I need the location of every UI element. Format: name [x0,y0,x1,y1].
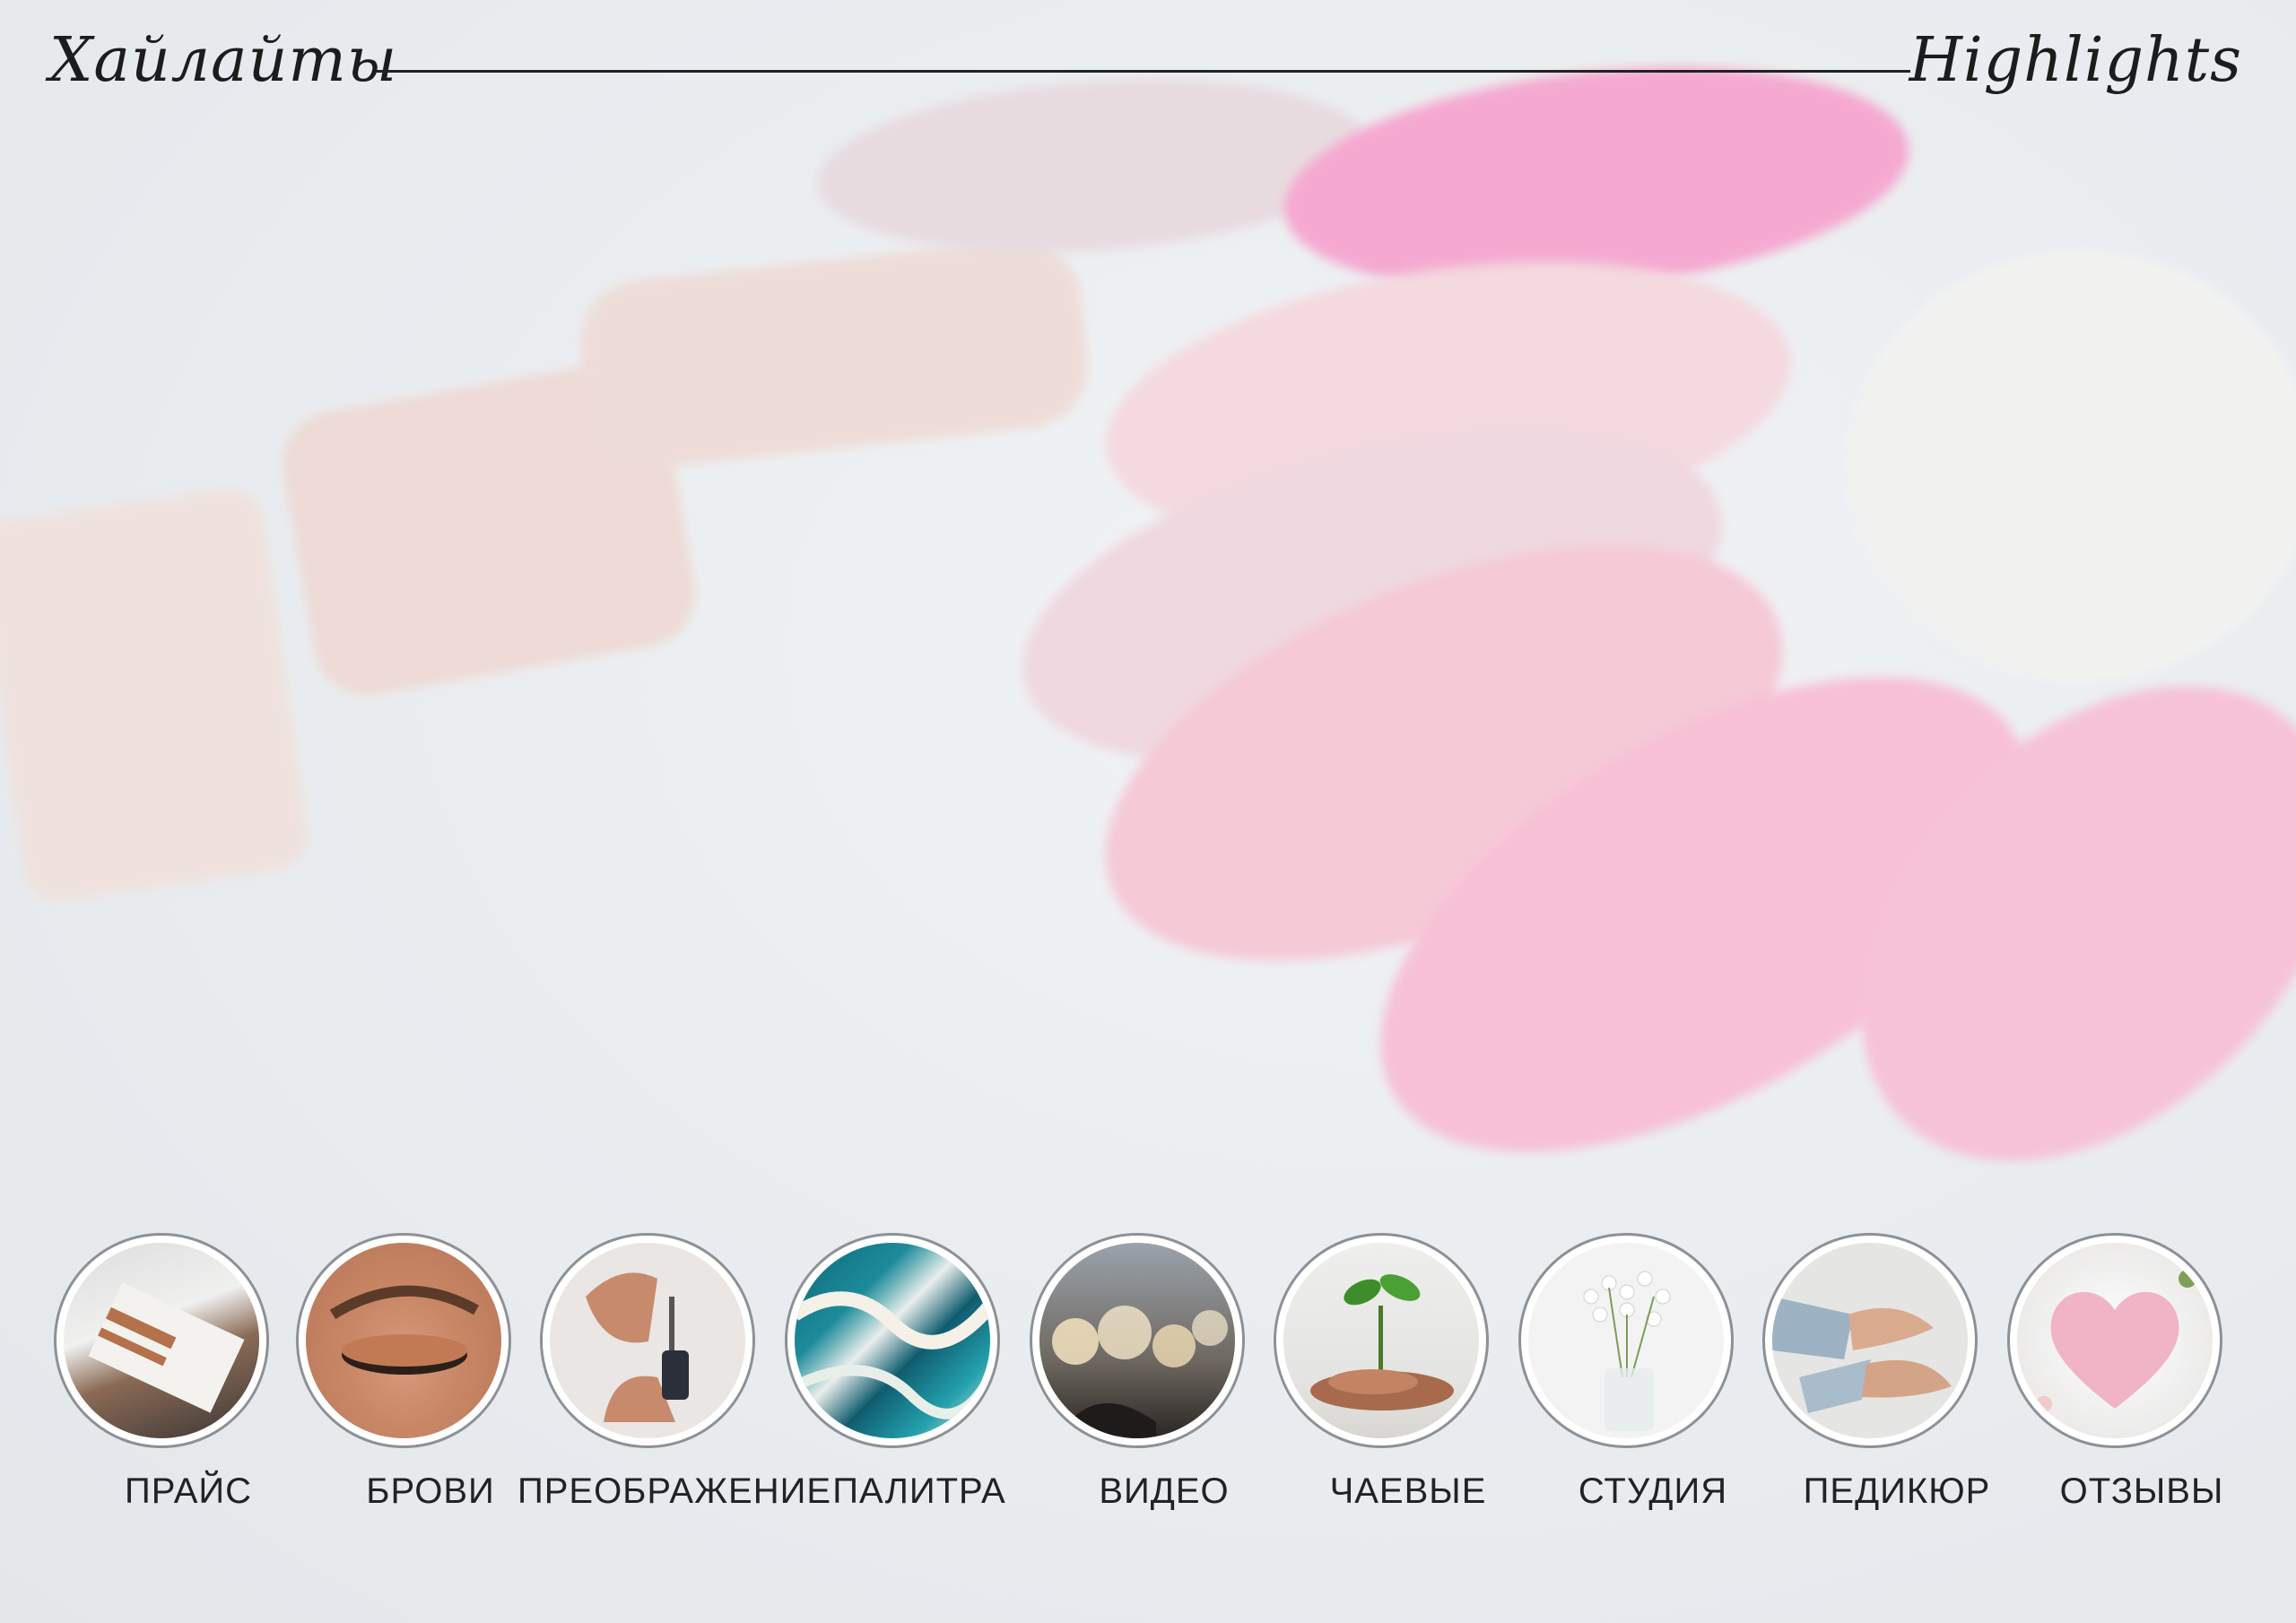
cover-canvas: Хайлайты Highlights ПРАЙС БРОВИ ПРЕОБРАЖ… [0,0,2296,1623]
marble-swirl-icon [795,1243,990,1438]
coins-sprout-icon [1283,1243,1479,1438]
highlight-ring[interactable] [540,1233,755,1448]
highlight-ring[interactable] [1518,1233,1734,1448]
header-title-en: Highlights [1909,25,2242,96]
highlight-ring[interactable] [54,1233,269,1448]
flowers-vase-icon [1528,1243,1724,1438]
highlight-label: ОТЗЫВЫ [2059,1471,2224,1511]
highlight-ring[interactable] [1030,1233,1245,1448]
highlight-ring[interactable] [1274,1233,1489,1448]
highlight-ring[interactable] [785,1233,1000,1448]
highlight-ring[interactable] [296,1233,511,1448]
highlight-ring[interactable] [2007,1233,2222,1448]
nail-tip-decor [574,234,1094,474]
highlight-ring[interactable] [1762,1233,1978,1448]
bokeh-lights-icon [1039,1243,1235,1438]
heart-icon [2017,1243,2213,1438]
header-title-ru: Хайлайты [49,25,398,96]
nail-tip-decor [1848,251,2296,681]
highlights-row: ПРАЙС БРОВИ ПРЕОБРАЖЕНИЕ ПАЛИТРА ВИДЕО Ч… [0,1233,2296,1538]
serum-dropper-icon [550,1243,745,1438]
eye-makeup-icon [306,1243,501,1438]
header-divider [377,70,1910,73]
nail-tip-decor [811,61,1378,271]
nail-tip-decor [0,483,313,907]
feet-icon [1772,1243,1968,1438]
book-icon [64,1243,259,1438]
